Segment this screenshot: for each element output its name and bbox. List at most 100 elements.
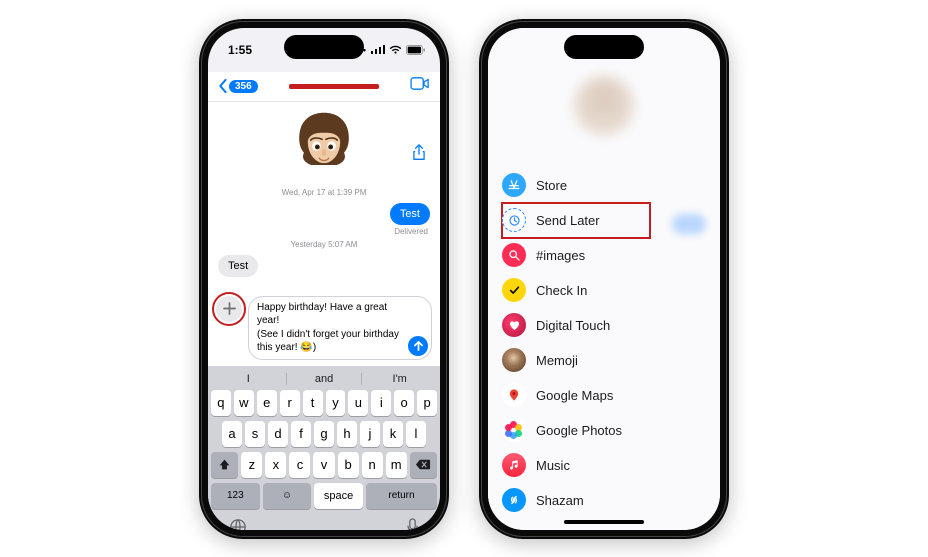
share-button[interactable] (412, 144, 426, 166)
emoji-key[interactable]: ☺ (263, 483, 312, 509)
message-input[interactable]: Happy birthday! Have a great year! (See … (248, 296, 432, 360)
photos-icon (502, 418, 526, 442)
key-i[interactable]: i (371, 390, 391, 416)
menu-item-label: Check In (536, 283, 587, 298)
key-s[interactable]: s (245, 421, 265, 447)
checkmark-icon (502, 278, 526, 302)
back-count-badge: 356 (229, 80, 258, 93)
menu-item-shazam[interactable]: Shazam (502, 483, 650, 518)
menu-item-google-maps[interactable]: Google Maps (502, 378, 650, 413)
nav-bar: 356 (208, 72, 440, 102)
emoji-laughing-icon: 😂 (300, 342, 312, 353)
globe-key[interactable] (229, 518, 247, 530)
compose-line-1: Happy birthday! Have a great year! (257, 301, 405, 328)
date-stamp-2: Yesterday 5:07 AM (218, 236, 430, 249)
battery-icon (406, 45, 426, 55)
menu-item-music[interactable]: Music (502, 448, 650, 483)
key-c[interactable]: c (289, 452, 310, 478)
menu-item-send-later[interactable]: Send Later (502, 203, 650, 238)
status-time: 1:55 (228, 43, 252, 57)
back-button[interactable]: 356 (218, 79, 258, 93)
menu-item-google-photos[interactable]: Google Photos (502, 413, 650, 448)
key-k[interactable]: k (383, 421, 403, 447)
date-stamp-1: Wed, Apr 17 at 1:39 PM (218, 188, 430, 197)
store-icon (502, 173, 526, 197)
video-icon (410, 77, 430, 90)
apps-plus-button[interactable] (216, 296, 242, 322)
menu-item-store[interactable]: Store (502, 168, 650, 203)
key-z[interactable]: z (241, 452, 262, 478)
key-v[interactable]: v (313, 452, 334, 478)
menu-item-label: Music (536, 458, 570, 473)
menu-item-label: Store (536, 178, 567, 193)
emoji-keyboard-icon: ☺ (282, 490, 292, 501)
key-l[interactable]: l (406, 421, 426, 447)
maps-pin-icon (502, 383, 526, 407)
menu-item-memoji[interactable]: Memoji (502, 343, 650, 378)
share-icon (412, 144, 426, 161)
backspace-icon (415, 459, 431, 470)
key-n[interactable]: n (362, 452, 383, 478)
return-key[interactable]: return (366, 483, 437, 509)
shift-icon (218, 458, 231, 471)
sent-bubble-1[interactable]: Test (390, 203, 430, 225)
music-note-icon (502, 453, 526, 477)
screen-messages: 1:55 •••• 356 (208, 28, 440, 530)
numbers-key[interactable]: 123 (211, 483, 260, 509)
key-row-1: qwertyuiop (211, 390, 437, 416)
home-indicator[interactable] (564, 520, 644, 524)
memoji-icon (502, 348, 526, 372)
chevron-left-icon (218, 79, 227, 93)
cellular-icon (371, 45, 385, 54)
facetime-button[interactable] (410, 77, 430, 95)
memoji-avatar-icon (286, 108, 362, 184)
send-button[interactable] (408, 336, 428, 356)
key-o[interactable]: o (394, 390, 414, 416)
key-e[interactable]: e (257, 390, 277, 416)
key-m[interactable]: m (386, 452, 407, 478)
key-t[interactable]: t (303, 390, 323, 416)
menu-item-label: Digital Touch (536, 318, 610, 333)
contact-avatar[interactable] (286, 108, 362, 184)
key-row-2: asdfghjkl (211, 421, 437, 447)
menu-item-check-in[interactable]: Check In (502, 273, 650, 308)
chat-transcript[interactable]: Wed, Apr 17 at 1:39 PM Test Delivered Ye… (208, 102, 440, 292)
key-w[interactable]: w (234, 390, 254, 416)
shift-key[interactable] (211, 452, 238, 478)
predictive-3[interactable]: I'm (361, 373, 437, 385)
key-r[interactable]: r (280, 390, 300, 416)
key-d[interactable]: d (268, 421, 288, 447)
key-a[interactable]: a (222, 421, 242, 447)
key-f[interactable]: f (291, 421, 311, 447)
contact-name-redacted[interactable] (289, 84, 379, 89)
predictive-bar: I and I'm (211, 370, 437, 390)
dynamic-island (564, 35, 644, 59)
keyboard: I and I'm qwertyuiop asdfghjkl zxcvbnm (208, 366, 440, 530)
key-g[interactable]: g (314, 421, 334, 447)
key-x[interactable]: x (265, 452, 286, 478)
menu-item-digital-touch[interactable]: Digital Touch (502, 308, 650, 343)
predictive-2[interactable]: and (286, 373, 362, 385)
menu-item-images[interactable]: #images (502, 238, 650, 273)
received-bubble-1[interactable]: Test (218, 255, 258, 277)
dynamic-island (284, 35, 364, 59)
predictive-1[interactable]: I (211, 373, 286, 385)
key-j[interactable]: j (360, 421, 380, 447)
key-q[interactable]: q (211, 390, 231, 416)
space-key[interactable]: space (314, 483, 363, 509)
key-y[interactable]: y (326, 390, 346, 416)
delivered-label: Delivered (394, 227, 428, 236)
key-row-3: zxcvbnm (211, 452, 437, 478)
key-h[interactable]: h (337, 421, 357, 447)
key-u[interactable]: u (348, 390, 368, 416)
key-p[interactable]: p (417, 390, 437, 416)
blurred-bubble (672, 214, 706, 234)
dictate-key[interactable] (406, 518, 419, 530)
iphone-right: Store Send Later#images Check In Digital To… (479, 19, 729, 539)
compose-line-2: (See I didn't forget your birthday this … (257, 328, 405, 355)
menu-item-label: Google Photos (536, 423, 622, 438)
key-b[interactable]: b (338, 452, 359, 478)
menu-item-label: Shazam (536, 493, 584, 508)
backspace-key[interactable] (410, 452, 437, 478)
heart-icon (502, 313, 526, 337)
